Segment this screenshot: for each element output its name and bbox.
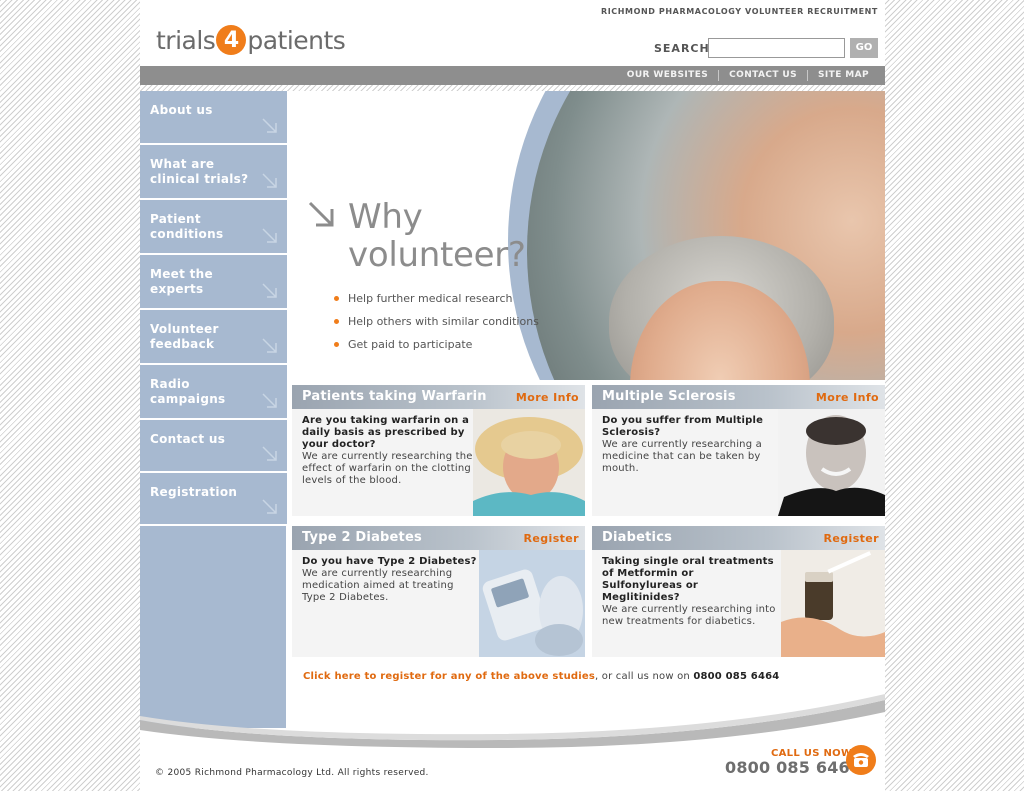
sidebar-item-label: Meet the: [150, 267, 213, 281]
arrow-down-right-icon: [262, 338, 277, 353]
hero-bullet-list: Help further medical research Help other…: [334, 292, 539, 361]
arrow-down-right-icon: [262, 228, 277, 243]
study-photo-glucose-meter: [479, 550, 585, 657]
sidebar-item-about-us[interactable]: About us: [140, 91, 287, 145]
arrow-down-right-icon: [262, 173, 277, 188]
study-card-diabetics: Diabetics Register Taking single oral tr…: [592, 526, 885, 657]
page: RICHMOND PHARMACOLOGY VOLUNTEER RECRUITM…: [140, 0, 885, 791]
sidebar-item-label: Patient: [150, 212, 201, 226]
bottom-swoosh-decoration: [140, 694, 885, 748]
study-card-question: Taking single oral treatments of Metform…: [602, 556, 774, 603]
logo-text-patients: patients: [247, 25, 346, 55]
arrow-down-right-icon: [262, 499, 277, 514]
top-nav: OUR WEBSITES CONTACT US SITE MAP: [140, 66, 885, 85]
study-more-info-link[interactable]: More Info: [516, 391, 579, 404]
study-card-type-2-diabetes: Type 2 Diabetes Register Do you have Typ…: [292, 526, 585, 657]
arrow-down-right-icon: [262, 283, 277, 298]
study-register-link[interactable]: Register: [524, 532, 579, 545]
study-card-text: We are currently researching the effect …: [302, 451, 473, 486]
study-card-title: Type 2 Diabetes: [302, 530, 422, 545]
sidebar-item-label: Volunteer: [150, 322, 219, 336]
study-card-body: Do you have Type 2 Diabetes? We are curr…: [302, 556, 477, 604]
study-more-info-link[interactable]: More Info: [816, 391, 879, 404]
nav-contact-us[interactable]: CONTACT US: [718, 70, 807, 81]
sidebar-item-label: About us: [150, 103, 213, 117]
study-card-question: Are you taking warfarin on a daily basis…: [302, 415, 470, 450]
sidebar-item-label-2: campaigns: [150, 392, 226, 406]
call-us-phone-number: 0800 085 6464: [725, 758, 862, 777]
sidebar-item-meet-the-experts[interactable]: Meet the experts: [140, 255, 287, 310]
sidebar-item-patient-conditions[interactable]: Patient conditions: [140, 200, 287, 255]
site-tagline: RICHMOND PHARMACOLOGY VOLUNTEER RECRUITM…: [600, 7, 878, 16]
sidebar-item-label: Registration: [150, 485, 238, 499]
sidebar-item-label-2: feedback: [150, 337, 215, 351]
study-card-body: Taking single oral treatments of Metform…: [602, 556, 777, 628]
study-card-warfarin: Patients taking Warfarin More Info Are y…: [292, 385, 585, 516]
study-card-title: Diabetics: [602, 530, 673, 545]
hero-title: Why volunteer?: [348, 198, 526, 274]
study-card-text: We are currently researching into new tr…: [602, 604, 776, 627]
phone-icon[interactable]: [846, 745, 876, 775]
arrow-down-right-icon: [262, 446, 277, 461]
study-card-title: Multiple Sclerosis: [602, 389, 736, 404]
nav-site-map[interactable]: SITE MAP: [807, 70, 879, 81]
cta-phone: 0800 085 6464: [693, 671, 780, 682]
sidebar: About us What are clinical trials? Patie…: [140, 91, 287, 728]
hero-title-line-2: volunteer?: [348, 235, 526, 275]
study-card-body: Are you taking warfarin on a daily basis…: [302, 415, 477, 487]
study-photo-older-woman: [473, 409, 585, 516]
hero-title-line-1: Why: [348, 197, 423, 237]
hero-bullet: Get paid to participate: [334, 338, 539, 351]
register-studies-link[interactable]: Click here to register for any of the ab…: [303, 671, 595, 682]
study-card-title: Patients taking Warfarin: [302, 389, 487, 404]
sidebar-item-label-2: clinical trials?: [150, 172, 249, 186]
arrow-down-right-icon: [262, 118, 277, 133]
arrow-down-right-icon: [308, 201, 334, 227]
sidebar-item-label: What are: [150, 157, 215, 171]
study-card-question: Do you suffer from Multiple Sclerosis?: [602, 415, 764, 438]
study-photo-smiling-man: [778, 409, 885, 516]
search-label: SEARCH: [654, 42, 710, 55]
logo[interactable]: trials 4 patients: [156, 22, 346, 58]
sidebar-item-label-2: conditions: [150, 227, 224, 241]
study-card-body: Do you suffer from Multiple Sclerosis? W…: [602, 415, 777, 475]
study-card-text: We are currently researching a medicine …: [602, 439, 762, 474]
study-card-text: We are currently researching medication …: [302, 568, 454, 603]
hero-banner: Why volunteer? Help further medical rese…: [292, 91, 885, 380]
footer-copyright: © 2005 Richmond Pharmacology Ltd. All ri…: [155, 768, 429, 778]
logo-four-badge: 4: [216, 25, 247, 55]
sidebar-item-label: Radio: [150, 377, 190, 391]
sidebar-item-label-2: experts: [150, 282, 204, 296]
search-go-button[interactable]: GO: [850, 38, 878, 58]
sidebar-item-clinical-trials[interactable]: What are clinical trials?: [140, 145, 287, 200]
study-card-multiple-sclerosis: Multiple Sclerosis More Info Do you suff…: [592, 385, 885, 516]
study-photo-test-strip: [781, 550, 885, 657]
nav-our-websites[interactable]: OUR WEBSITES: [617, 70, 718, 81]
logo-text-trials: trials: [156, 25, 216, 55]
hero-bullet: Help further medical research: [334, 292, 539, 305]
sidebar-item-radio-campaigns[interactable]: Radio campaigns: [140, 365, 287, 420]
sidebar-item-contact-us[interactable]: Contact us: [140, 420, 287, 473]
sidebar-item-registration[interactable]: Registration: [140, 473, 287, 526]
arrow-down-right-icon: [262, 393, 277, 408]
register-cta-line: Click here to register for any of the ab…: [303, 671, 779, 682]
sidebar-item-label: Contact us: [150, 432, 226, 446]
cta-text: , or call us now on: [595, 671, 694, 682]
study-register-link[interactable]: Register: [824, 532, 879, 545]
search-input[interactable]: [708, 38, 845, 58]
study-card-question: Do you have Type 2 Diabetes?: [302, 556, 477, 567]
sidebar-item-volunteer-feedback[interactable]: Volunteer feedback: [140, 310, 287, 365]
hero-bullet: Help others with similar conditions: [334, 315, 539, 328]
